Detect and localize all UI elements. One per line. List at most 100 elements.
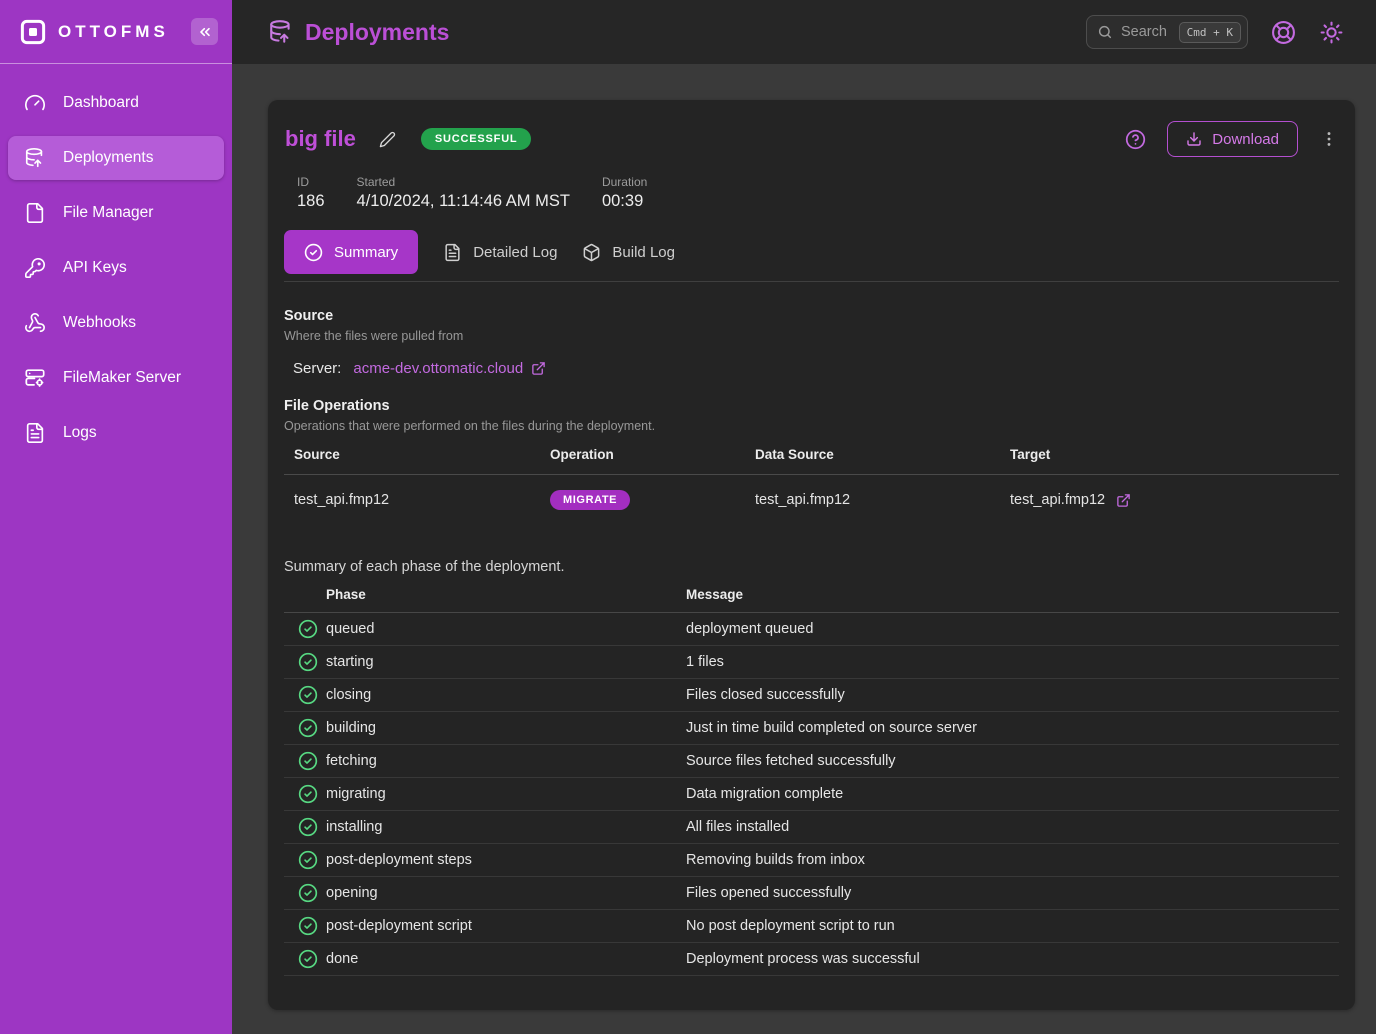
message-cell: 1 files	[686, 654, 1339, 670]
brand-name: OTTOFMS	[58, 22, 169, 42]
message-cell: Removing builds from inbox	[686, 852, 1339, 868]
check-circle-icon	[298, 751, 326, 771]
tab-summary[interactable]: Summary	[284, 230, 418, 274]
sidebar-header: OTTOFMS	[0, 0, 232, 64]
sidebar-collapse-button[interactable]	[191, 18, 218, 45]
message-cell: All files installed	[686, 819, 1339, 835]
search-input[interactable]: Search Cmd + K	[1086, 15, 1248, 49]
search-shortcut-badge: Cmd + K	[1179, 22, 1241, 43]
pencil-icon	[379, 131, 396, 148]
download-button[interactable]: Download	[1167, 121, 1298, 157]
sidebar-item-label: API Keys	[63, 259, 127, 277]
tab-label: Build Log	[612, 244, 675, 261]
status-badge: SUCCESSFUL	[421, 128, 532, 150]
message-cell: Data migration complete	[686, 786, 1339, 802]
sidebar-item-file-manager[interactable]: File Manager	[8, 191, 224, 235]
check-circle-icon	[298, 784, 326, 804]
tab-label: Detailed Log	[473, 244, 557, 261]
sidebar-item-api-keys[interactable]: API Keys	[8, 246, 224, 290]
overflow-menu-button[interactable]	[1319, 129, 1339, 149]
file-text-icon	[24, 422, 46, 444]
check-circle-icon	[298, 817, 326, 837]
file-text-icon	[443, 243, 462, 262]
tab-label: Summary	[334, 244, 398, 261]
message-cell: Deployment process was successful	[686, 951, 1339, 967]
sidebar-item-dashboard[interactable]: Dashboard	[8, 81, 224, 125]
phase-cell: opening	[326, 885, 686, 901]
check-circle-icon	[298, 685, 326, 705]
external-link-icon	[531, 361, 546, 376]
sidebar-nav: Dashboard Deployments File Manager	[0, 64, 232, 455]
column-header: Data Source	[755, 447, 1010, 462]
sidebar: OTTOFMS Dashboard Deployments	[0, 0, 232, 1034]
check-circle-icon	[298, 949, 326, 969]
search-placeholder: Search	[1121, 24, 1171, 40]
sidebar-item-label: Logs	[63, 424, 97, 442]
table-row: queued deployment queued	[284, 613, 1339, 646]
gauge-icon	[24, 92, 46, 114]
table-row: test_api.fmp12 MIGRATE test_api.fmp12 te…	[284, 475, 1339, 525]
meta-id-value: 186	[297, 192, 325, 211]
phase-cell: fetching	[326, 753, 686, 769]
card-header-actions: Download	[1125, 121, 1339, 157]
deployment-name: big file	[285, 126, 356, 152]
webhook-icon	[24, 312, 46, 334]
table-row: closing Files closed successfully	[284, 679, 1339, 712]
database-upload-icon	[24, 147, 46, 169]
source-section-title: Source	[284, 308, 1339, 324]
operation-badge: MIGRATE	[550, 490, 630, 510]
target-file-name: test_api.fmp12	[1010, 492, 1105, 508]
message-cell: Source files fetched successfully	[686, 753, 1339, 769]
meta-duration: Duration 00:39	[602, 175, 647, 211]
meta-id-label: ID	[297, 175, 325, 189]
topbar-actions: Search Cmd + K	[1086, 15, 1344, 49]
meta-started-label: Started	[357, 175, 570, 189]
column-header: Message	[686, 587, 1339, 602]
sidebar-item-label: Webhooks	[63, 314, 136, 332]
life-buoy-icon	[1271, 20, 1296, 45]
main-content: big file SUCCESSFUL	[232, 64, 1376, 1034]
table-row: installing All files installed	[284, 811, 1339, 844]
help-lifebuoy-button[interactable]	[1271, 20, 1296, 45]
column-header: Source	[294, 447, 550, 462]
sidebar-item-label: Deployments	[63, 149, 153, 167]
external-link-icon	[1116, 493, 1131, 508]
phase-cell: building	[326, 720, 686, 736]
sidebar-item-logs[interactable]: Logs	[8, 411, 224, 455]
table-row: building Just in time build completed on…	[284, 712, 1339, 745]
phase-cell: done	[326, 951, 686, 967]
file-operations-section: File Operations Operations that were per…	[284, 398, 1339, 525]
tab-build-log[interactable]: Build Log	[582, 243, 675, 262]
file-operations-header-row: Source Operation Data Source Target	[284, 447, 1339, 475]
key-icon	[24, 257, 46, 279]
deployment-card-header: big file SUCCESSFUL	[284, 121, 1339, 157]
meta-duration-value: 00:39	[602, 192, 647, 211]
source-cell: test_api.fmp12	[294, 492, 550, 508]
server-label: Server:	[293, 360, 341, 377]
sidebar-item-deployments[interactable]: Deployments	[8, 136, 224, 180]
phase-summary-caption: Summary of each phase of the deployment.	[284, 559, 1339, 575]
help-button[interactable]	[1125, 129, 1146, 150]
sidebar-item-filemaker-server[interactable]: FileMaker Server	[8, 356, 224, 400]
page-title-text: Deployments	[305, 19, 449, 46]
meta-started-value: 4/10/2024, 11:14:46 AM MST	[357, 192, 570, 211]
tab-detailed-log[interactable]: Detailed Log	[443, 243, 557, 262]
theme-toggle-button[interactable]	[1319, 20, 1344, 45]
check-circle-icon	[298, 883, 326, 903]
sidebar-item-webhooks[interactable]: Webhooks	[8, 301, 224, 345]
download-icon	[1186, 131, 1202, 147]
table-row: post-deployment steps Removing builds fr…	[284, 844, 1339, 877]
check-circle-icon	[298, 850, 326, 870]
download-button-label: Download	[1212, 131, 1279, 148]
server-row: Server: acme-dev.ottomatic.cloud	[284, 360, 1339, 377]
edit-name-button[interactable]	[379, 131, 396, 148]
phase-cell: installing	[326, 819, 686, 835]
check-circle-icon	[298, 718, 326, 738]
phase-cell: starting	[326, 654, 686, 670]
server-link[interactable]: acme-dev.ottomatic.cloud	[353, 360, 546, 377]
column-header: Operation	[550, 447, 755, 462]
deployment-meta: ID 186 Started 4/10/2024, 11:14:46 AM MS…	[284, 175, 1339, 211]
topbar: Deployments Search Cmd + K	[232, 0, 1376, 64]
phase-cell: queued	[326, 621, 686, 637]
open-target-link[interactable]	[1116, 493, 1131, 508]
